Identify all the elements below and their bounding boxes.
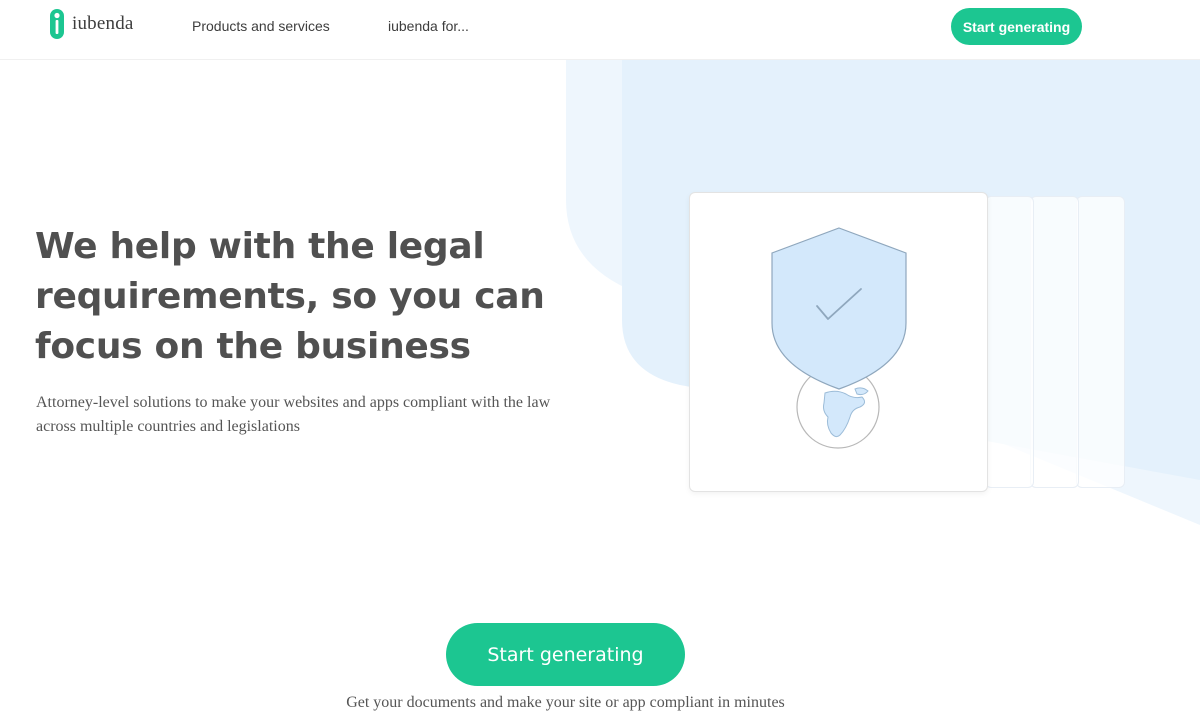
site-header: iubenda Products and services iubenda fo…	[0, 0, 1200, 60]
hero-title: We help with the legal requirements, so …	[35, 226, 545, 367]
shield-check-icon	[771, 227, 907, 390]
document-sheet	[985, 196, 1034, 488]
start-generating-button[interactable]: Start generating	[446, 623, 685, 686]
nav-products-and-services[interactable]: Products and services	[192, 18, 330, 34]
logo-link[interactable]: iubenda	[50, 9, 134, 39]
nav-iubenda-for[interactable]: iubenda for...	[388, 18, 469, 34]
document-sheet	[1076, 196, 1125, 488]
cta-caption: Get your documents and make your site or…	[346, 694, 785, 711]
hero-subtitle: Attorney-level solutions to make your we…	[36, 394, 551, 435]
logo-text: iubenda	[72, 13, 134, 34]
document-sheet	[1030, 196, 1079, 488]
shield-globe-illustration	[771, 227, 907, 449]
logo-icon	[50, 9, 64, 39]
header-start-generating-button[interactable]: Start generating	[951, 8, 1082, 45]
illustration-card	[689, 192, 988, 492]
